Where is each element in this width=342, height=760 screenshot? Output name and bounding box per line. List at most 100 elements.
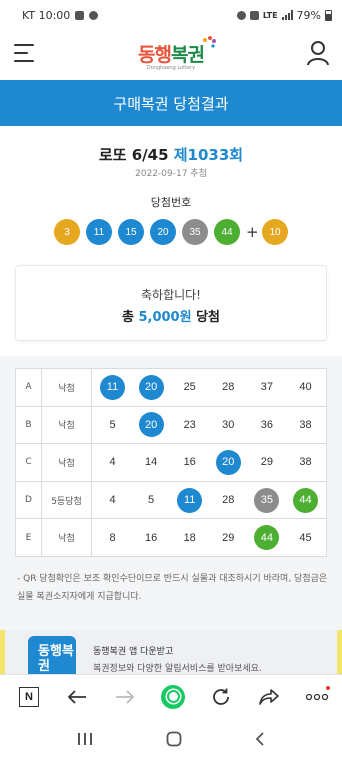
logo-text-2: 복권 [171,44,205,66]
purchased-games-table: A 낙첨 11 20 25 28 37 40 B 낙첨 5 20 23 30 36 38 C 낙첨 4 14 16 20 2… [15,368,327,557]
game-number: 37 [260,381,273,394]
game-row: A 낙첨 11 20 25 28 37 40 [15,368,327,407]
matched-number: 11 [177,487,203,513]
game-number: 23 [183,418,196,431]
alarm-icon [236,10,246,20]
matched-number: 35 [254,487,280,513]
game-number: 28 [222,381,235,394]
notice-text: - QR 당첨확인은 보조 확인수단이므로 반드시 실물과 대조하시기 바라며,… [17,574,328,602]
game-number: 29 [260,456,273,469]
app-promo-banner[interactable]: 동행복권 동행복권 앱 다운받고 복권정보와 다양한 알림서비스를 받아보세요. [0,630,342,684]
more-button[interactable] [302,682,332,712]
game-numbers: 11 20 25 28 37 40 [91,368,327,407]
home-icon[interactable] [166,731,182,747]
game-result: 낙첨 [41,368,92,407]
chat-notification-icon [89,10,99,20]
game-row: B 낙첨 5 20 23 30 36 38 [15,405,327,445]
game-number: 8 [109,531,116,544]
forward-button[interactable] [110,682,140,712]
winning-ball: 15 [118,219,144,245]
game-number: 45 [299,531,312,544]
matched-number: 44 [254,525,280,551]
winning-numbers-label: 당첨번호 [150,196,192,209]
game-numbers: 4 5 11 28 35 44 [91,480,327,520]
game-result: 5등당첨 [41,480,92,520]
user-icon[interactable] [306,40,330,66]
back-nav-icon[interactable] [255,731,265,747]
game-label: A [15,368,42,407]
promo-accent-left [0,630,5,678]
game-label: B [15,405,42,445]
winning-ball: 44 [214,219,240,245]
logo-subtext: Donghaeng Lottery [146,64,196,71]
battery-percent: 79% [296,8,321,22]
game-numbers: 5 20 23 30 36 38 [91,405,327,445]
game-number: 28 [222,494,235,507]
browser-toolbar: N [0,674,342,718]
winning-ball: 11 [86,219,112,245]
naver-home-button[interactable]: N [14,682,44,712]
gallery-notification-icon [75,10,85,20]
game-number: 16 [183,456,196,469]
prize-suffix: 당첨 [196,310,221,325]
more-dots-icon [305,693,329,700]
winning-ball: 20 [150,219,176,245]
winning-ball: 35 [182,219,208,245]
game-number: 4 [109,494,116,507]
refresh-button[interactable] [206,682,236,712]
mute-icon [249,10,259,20]
game-number: 4 [109,456,116,469]
game-number: 5 [109,418,116,431]
game-label: E [15,518,42,557]
recent-apps-icon[interactable] [77,732,93,746]
game-numbers: 8 16 18 29 44 45 [91,518,327,557]
winning-ball: 3 [54,219,80,245]
back-button[interactable] [62,682,92,712]
game-number: 38 [299,456,312,469]
game-number: 30 [222,418,235,431]
draw-date: 2022-09-17 추첨 [135,169,207,179]
matched-number: 20 [138,374,164,400]
congrats-text: 축하합니다! [140,288,201,302]
logo-sparkle-icon [203,35,217,48]
battery-icon [325,9,332,21]
matched-number: 20 [138,412,164,438]
game-row: D 5등당첨 4 5 11 28 35 44 [15,480,327,520]
promo-line-1: 동행복권 앱 다운받고 [93,647,174,657]
promo-accent-right [337,630,342,678]
green-circle-icon [161,684,185,709]
game-number: 16 [144,531,158,544]
logo[interactable]: 동행복권 Donghaeng Lottery [138,35,217,71]
game-numbers: 4 14 16 20 29 38 [91,443,327,482]
green-dot-button[interactable] [158,682,188,712]
game-number: 14 [144,456,158,469]
game-name: 로또 6/45 [98,146,169,164]
arrow-right-icon [116,689,135,704]
share-icon [259,688,279,705]
matched-number: 20 [215,449,241,475]
game-row: E 낙첨 8 16 18 29 44 45 [15,518,327,557]
status-bar: KT 10:00 LTE 79% [0,0,342,30]
signal-icon [281,10,293,20]
status-carrier-time: KT 10:00 [22,8,71,22]
plus-sign: + [246,223,259,241]
naver-n-icon: N [19,686,39,707]
matched-number: 44 [292,487,318,513]
network-type: LTE [262,10,278,20]
game-label: D [15,480,42,520]
page-title-bar: 구매복권 당첨결과 [0,80,342,126]
draw-round: 제1033회 [173,146,244,164]
app-header: 동행복권 Donghaeng Lottery [0,30,342,80]
game-number: 40 [299,381,312,394]
game-result: 낙첨 [41,518,92,557]
game-number: 18 [183,531,196,544]
menu-icon[interactable] [14,44,34,62]
game-number: 36 [260,418,273,431]
game-row: C 낙첨 4 14 16 20 29 38 [15,443,327,482]
notification-dot [326,685,330,690]
logo-text-1: 동행 [138,44,172,66]
share-button[interactable] [254,682,284,712]
arrow-left-icon [67,689,86,704]
system-nav-bar [0,718,342,760]
page-title: 구매복권 당첨결과 [113,94,229,113]
